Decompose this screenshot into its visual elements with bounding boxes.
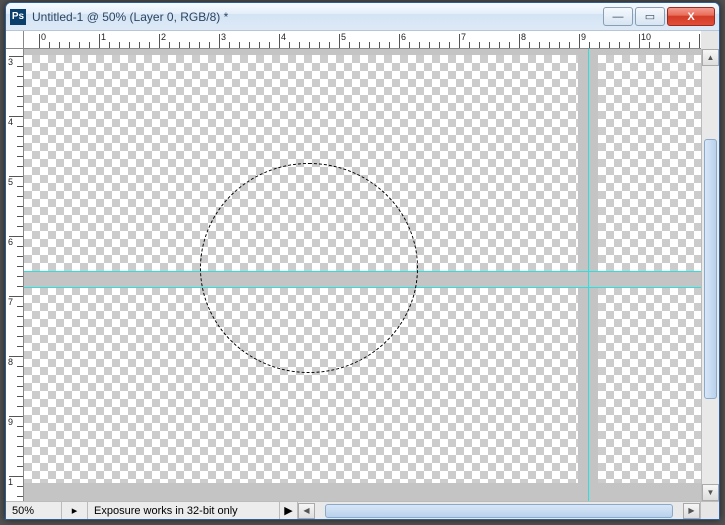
ruler-v-label: 9 <box>8 417 13 427</box>
document-window: Ps Untitled-1 @ 50% (Layer 0, RGB/8) * —… <box>5 2 720 520</box>
minimize-button[interactable]: — <box>603 7 633 26</box>
ruler-horizontal[interactable]: 0123456789101 <box>24 31 701 49</box>
doc-info-button[interactable]: ▸ <box>62 502 88 519</box>
vertical-scrollbar[interactable]: ▲ ▼ <box>701 49 719 501</box>
ruler-v-label: 1 <box>8 477 13 487</box>
scroll-right-button[interactable]: ▶ <box>683 503 700 519</box>
status-message: Exposure works in 32-bit only <box>88 502 280 519</box>
play-icon: ▶ <box>284 504 292 517</box>
titlebar[interactable]: Ps Untitled-1 @ 50% (Layer 0, RGB/8) * —… <box>6 3 719 31</box>
ruler-h-label: 9 <box>581 32 586 42</box>
guide-vertical[interactable] <box>588 49 589 501</box>
ruler-h-label: 2 <box>161 32 166 42</box>
photoshop-icon: Ps <box>10 9 26 25</box>
ruler-h-label: 5 <box>341 32 346 42</box>
ruler-origin[interactable] <box>6 31 24 49</box>
ruler-v-label: 8 <box>8 357 13 367</box>
status-play-button[interactable]: ▶ <box>280 502 298 519</box>
close-button[interactable]: X <box>667 7 715 26</box>
maximize-button[interactable]: ▭ <box>635 7 665 26</box>
ruler-v-label: 7 <box>8 297 13 307</box>
ruler-h-label: 3 <box>221 32 226 42</box>
ruler-h-label: 0 <box>41 32 46 42</box>
info-icon: ▸ <box>72 504 78 517</box>
zoom-field[interactable]: 50% <box>6 502 62 519</box>
ruler-v-label: 5 <box>8 177 13 187</box>
vertical-scroll-thumb[interactable] <box>704 139 717 399</box>
statusbar: 50% ▸ Exposure works in 32-bit only ▶ ◀ … <box>6 501 719 519</box>
ruler-v-label: 3 <box>8 57 13 67</box>
ruler-h-label: 7 <box>461 32 466 42</box>
ruler-vertical[interactable]: 3 4 5 6 7 8 9 1 <box>6 49 24 501</box>
window-title: Untitled-1 @ 50% (Layer 0, RGB/8) * <box>32 10 603 24</box>
ruler-h-label: 4 <box>281 32 286 42</box>
horizontal-scroll-thumb[interactable] <box>325 504 673 518</box>
ruler-h-label: 1 <box>101 32 106 42</box>
horizontal-scrollbar[interactable]: ◀ ▶ <box>298 502 701 519</box>
canvas[interactable] <box>24 49 701 501</box>
ruler-v-label: 4 <box>8 117 13 127</box>
canvas-page-right <box>598 55 701 483</box>
scroll-left-button[interactable]: ◀ <box>298 503 315 519</box>
ruler-v-label: 6 <box>8 237 13 247</box>
marquee-selection[interactable] <box>200 163 418 373</box>
ruler-h-label: 10 <box>641 32 651 42</box>
scroll-up-button[interactable]: ▲ <box>702 49 719 66</box>
resize-grip[interactable] <box>701 502 719 519</box>
scroll-down-button[interactable]: ▼ <box>702 484 719 501</box>
ruler-h-label: 6 <box>401 32 406 42</box>
ruler-h-label: 8 <box>521 32 526 42</box>
window-controls: — ▭ X <box>603 7 715 26</box>
